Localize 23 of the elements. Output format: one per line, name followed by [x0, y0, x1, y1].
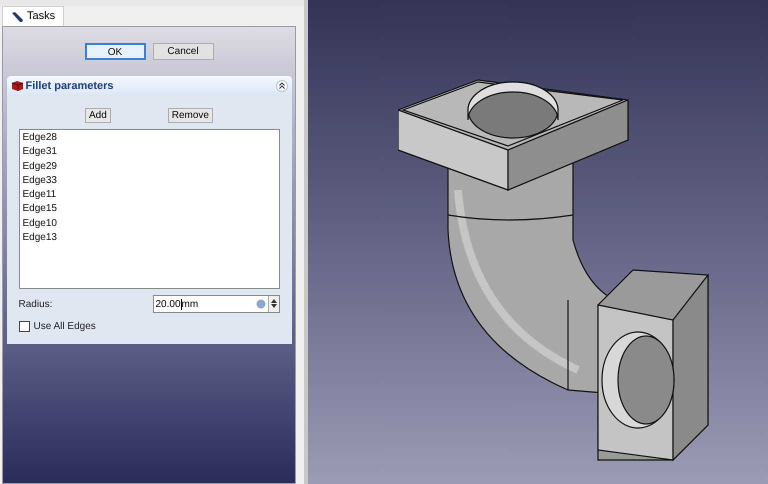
cube-icon [10, 80, 24, 92]
panel-title: Fillet parameters [26, 78, 114, 94]
edge-item[interactable]: Edge15 [22, 202, 276, 217]
radius-label: Radius: [18, 298, 52, 312]
dialog-button[interactable]: Cancel [152, 43, 214, 60]
checkbox-label: Use All Edges [34, 320, 96, 334]
edge-item[interactable]: Edge29 [22, 160, 276, 174]
add-button[interactable]: Add [84, 108, 111, 123]
collapse-icon[interactable] [276, 80, 288, 92]
pencil-icon [11, 10, 24, 22]
spin-buttons[interactable] [268, 296, 278, 312]
tasks-tab[interactable]: Tasks [2, 6, 64, 26]
edge-item[interactable]: Edge10 [22, 216, 276, 232]
edge-item[interactable]: Edge28 [22, 131, 276, 146]
edge-list[interactable]: Edge28 Edge31 Edge29 Edge33 Edge11 Edge15 Edge10 Edge13 [18, 129, 280, 289]
remove-button[interactable]: Remove [168, 108, 213, 123]
edge-item[interactable]: Edge13 [22, 231, 276, 246]
edge-item[interactable]: Edge31 [22, 145, 276, 160]
use-all-edges-checkbox[interactable] [18, 321, 30, 332]
radius-field[interactable]: 20.00mm [152, 295, 280, 313]
edge-item[interactable]: Edge33 [22, 174, 276, 188]
dialog-button[interactable]: OK [84, 43, 146, 60]
edge-item[interactable]: Edge11 [22, 188, 276, 202]
